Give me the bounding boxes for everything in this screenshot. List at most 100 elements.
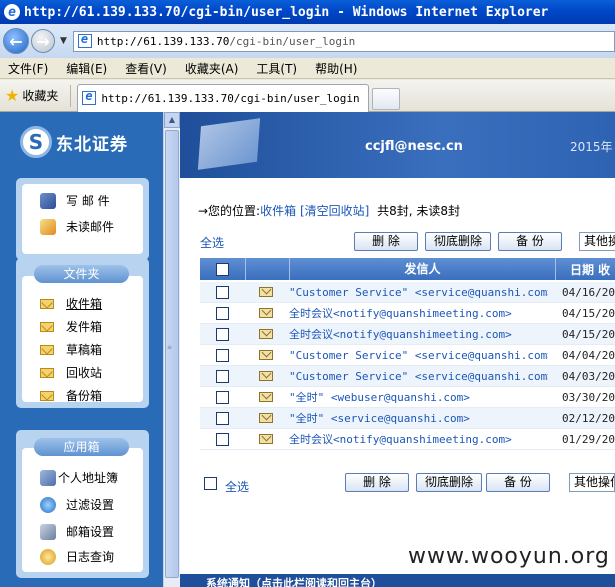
- table-row[interactable]: "全时" <service@quanshi.com> 02/12/20: [200, 408, 615, 429]
- mailbox-settings-icon: [40, 523, 56, 540]
- menu-help[interactable]: 帮助(H): [315, 60, 357, 77]
- menu-edit[interactable]: 编辑(E): [66, 60, 107, 77]
- row-sender[interactable]: "全时" <webuser@quanshi.com>: [288, 389, 548, 405]
- page-icon: [77, 32, 92, 48]
- history-dropdown-icon[interactable]: ▼: [60, 36, 67, 46]
- unread-envelope-icon: [259, 329, 274, 339]
- folder-drafts-label: 草稿箱: [66, 343, 103, 357]
- system-notice-bar[interactable]: 系统通知（点击此栏阅读和回主台）: [180, 574, 615, 587]
- row-checkbox[interactable]: [215, 306, 229, 320]
- select-all-link-bottom[interactable]: 全选: [225, 478, 249, 495]
- row-date: 04/03/20: [562, 369, 615, 383]
- row-checkbox[interactable]: [215, 411, 229, 425]
- banner-envelope-icon: [197, 118, 261, 170]
- unread-envelope-icon: [259, 434, 274, 444]
- envelope-icon: [40, 321, 54, 332]
- row-checkbox[interactable]: [215, 285, 229, 299]
- folder-outbox-label: 发件箱: [66, 320, 103, 334]
- row-checkbox[interactable]: [215, 390, 229, 404]
- table-row[interactable]: "全时" <webuser@quanshi.com> 03/30/20: [200, 387, 615, 408]
- row-date: 03/30/20: [562, 390, 615, 404]
- select-all-checkbox[interactable]: [216, 262, 229, 276]
- envelope-icon: [40, 344, 54, 355]
- table-row[interactable]: "Customer Service" <service@quanshi.com>…: [200, 345, 615, 366]
- scrollbar-thumb[interactable]: [165, 130, 179, 578]
- folder-inbox[interactable]: 收件箱: [40, 295, 102, 312]
- folder-backup[interactable]: 备份箱: [40, 387, 102, 404]
- unread-envelope-icon: [259, 392, 274, 402]
- browser-tab[interactable]: http://61.139.133.70/cgi-bin/user_login: [77, 83, 370, 112]
- select-all-link-top[interactable]: 全选: [200, 234, 224, 251]
- app-mailbox-settings[interactable]: 邮箱设置: [40, 523, 114, 540]
- unread-envelope-icon: [259, 308, 274, 318]
- envelope-icon: [40, 298, 54, 309]
- folder-outbox[interactable]: 发件箱: [40, 318, 102, 335]
- menu-view[interactable]: 查看(V): [125, 60, 167, 77]
- row-sender[interactable]: "全时" <service@quanshi.com>: [288, 410, 548, 426]
- row-date: 04/04/20: [562, 348, 615, 362]
- favorites-bar: ★ 收藏夹 http://61.139.133.70/cgi-bin/user_…: [0, 80, 615, 112]
- table-row[interactable]: 全时会议<notify@quanshimeeting.com> 01/29/20: [200, 429, 615, 450]
- app-log-query[interactable]: 日志查询: [40, 548, 114, 565]
- delete-button-bottom[interactable]: 删 除: [345, 473, 409, 492]
- purge-button-bottom[interactable]: 彻底删除: [416, 473, 482, 492]
- app-filter-settings[interactable]: 过滤设置: [40, 496, 114, 513]
- purge-button-top[interactable]: 彻底删除: [425, 232, 491, 251]
- scroll-up-arrow-icon[interactable]: ▲: [164, 112, 180, 128]
- row-checkbox[interactable]: [215, 369, 229, 383]
- menu-bar: 文件(F) 编辑(E) 查看(V) 收藏夹(A) 工具(T) 帮助(H): [0, 58, 615, 79]
- other-actions-select-top[interactable]: 其他操: [579, 232, 615, 251]
- backup-button-top[interactable]: 备 份: [498, 232, 562, 251]
- row-checkbox[interactable]: [215, 327, 229, 341]
- row-sender[interactable]: "Customer Service" <service@quanshi.com>: [288, 370, 548, 383]
- row-sender[interactable]: 全时会议<notify@quanshimeeting.com>: [288, 326, 548, 342]
- left-sidebar: S 东北证券 写 邮 件 未读邮件 文件夹 收件箱 发件箱 草稿箱 回收站 备份…: [0, 112, 163, 587]
- row-sender[interactable]: 全时会议<notify@quanshimeeting.com>: [288, 305, 548, 321]
- delete-button-top[interactable]: 删 除: [354, 232, 418, 251]
- menu-favorites[interactable]: 收藏夹(A): [185, 60, 239, 77]
- folder-trash[interactable]: 回收站: [40, 364, 102, 381]
- row-sender[interactable]: "Customer Service" <service@quanshi.com>: [288, 349, 548, 362]
- row-checkbox[interactable]: [215, 348, 229, 362]
- watermark: www.wooyun.org: [408, 544, 610, 569]
- favorites-button[interactable]: 收藏夹: [22, 87, 58, 104]
- banner-year: 2015年: [570, 140, 613, 154]
- other-actions-select-bottom[interactable]: 其他操作: [569, 473, 615, 492]
- table-row[interactable]: 全时会议<notify@quanshimeeting.com> 04/15/20: [200, 303, 615, 324]
- brand-logo: S 东北证券: [20, 126, 128, 158]
- row-date: 04/16/20: [562, 285, 615, 299]
- address-bar[interactable]: http://61.139.133.70/cgi-bin/user_login: [72, 30, 615, 52]
- mail-count-summary: 共8封, 未读8封: [377, 204, 461, 218]
- unread-mail-icon: [40, 218, 56, 235]
- row-date: 04/15/20: [562, 327, 615, 341]
- table-row[interactable]: "Customer Service" <service@quanshi.com>…: [200, 366, 615, 387]
- scroll-grip-icon: ≡: [167, 344, 173, 351]
- row-sender[interactable]: 全时会议<notify@quanshimeeting.com>: [288, 431, 548, 447]
- clear-trash-link[interactable]: [清空回收站]: [300, 204, 369, 218]
- row-sender[interactable]: "Customer Service" <service@quanshi.com>: [288, 286, 548, 299]
- table-row[interactable]: "Customer Service" <service@quanshi.com>…: [200, 282, 615, 303]
- table-row[interactable]: 全时会议<notify@quanshimeeting.com> 04/15/20: [200, 324, 615, 345]
- select-all-checkbox-bottom[interactable]: [204, 477, 217, 490]
- breadcrumb-prefix: →您的位置:: [198, 204, 261, 218]
- folder-drafts[interactable]: 草稿箱: [40, 341, 102, 358]
- back-button[interactable]: ←: [3, 28, 29, 54]
- ie-icon: e: [4, 4, 20, 20]
- favorites-star-icon[interactable]: ★: [5, 86, 19, 105]
- frame-scrollbar[interactable]: ▲ ≡: [163, 112, 180, 587]
- compose-link[interactable]: 写 邮 件: [40, 192, 110, 209]
- menu-tools[interactable]: 工具(T): [256, 60, 297, 77]
- backup-button-bottom[interactable]: 备 份: [486, 473, 550, 492]
- app-address-book[interactable]: 个人地址簿: [40, 469, 118, 486]
- url-host: http://61.139.133.70: [96, 34, 230, 48]
- row-checkbox[interactable]: [215, 432, 229, 446]
- filter-gear-icon: [40, 496, 56, 513]
- row-date: 04/15/20: [562, 306, 615, 320]
- new-tab-button[interactable]: [372, 87, 401, 110]
- sender-column-header[interactable]: 发信人: [290, 258, 556, 280]
- log-query-icon: [40, 548, 56, 565]
- forward-button[interactable]: →: [31, 29, 55, 53]
- menu-file[interactable]: 文件(F): [8, 60, 48, 77]
- date-column-header[interactable]: 日期 收: [556, 261, 610, 278]
- unread-link[interactable]: 未读邮件: [40, 218, 114, 235]
